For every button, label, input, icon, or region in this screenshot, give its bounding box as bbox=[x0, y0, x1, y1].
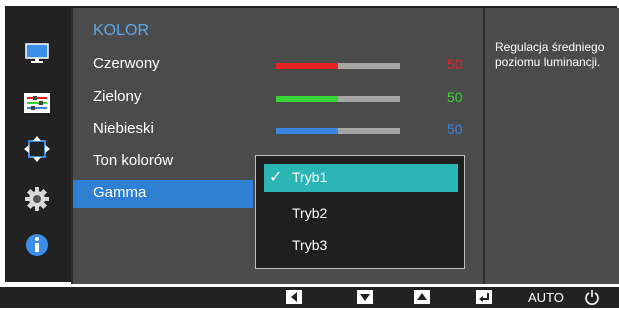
information-icon[interactable] bbox=[23, 232, 51, 258]
picture-monitor-icon[interactable] bbox=[23, 40, 51, 66]
menu-item-czerwony[interactable]: Czerwony 50 bbox=[73, 51, 479, 79]
green-slider[interactable] bbox=[276, 96, 400, 102]
left-rail bbox=[5, 6, 71, 282]
checkmark-icon: ✓ bbox=[269, 169, 283, 186]
blue-slider-fill bbox=[276, 128, 338, 134]
red-slider[interactable] bbox=[276, 63, 400, 69]
red-value: 50 bbox=[447, 56, 463, 72]
menu-item-gamma[interactable]: Gamma bbox=[73, 180, 253, 208]
power-icon[interactable] bbox=[584, 289, 600, 305]
menu-title: KOLOR bbox=[93, 22, 150, 39]
dropdown-option-tryb2[interactable]: Tryb2 bbox=[264, 200, 458, 228]
size-position-icon[interactable] bbox=[23, 136, 51, 162]
color-sliders-icon[interactable] bbox=[23, 90, 51, 116]
left-arrow-icon[interactable] bbox=[286, 290, 302, 304]
blue-slider[interactable] bbox=[276, 128, 400, 134]
dropdown-option-tryb3[interactable]: Tryb3 bbox=[264, 232, 458, 260]
menu-item-label: Niebieski bbox=[93, 120, 154, 137]
menu-item-label: Gamma bbox=[93, 184, 147, 201]
red-slider-fill bbox=[276, 63, 338, 69]
down-arrow-icon[interactable] bbox=[357, 290, 373, 304]
green-slider-fill bbox=[276, 96, 338, 102]
menu-item-niebieski[interactable]: Niebieski 50 bbox=[73, 116, 479, 144]
green-value: 50 bbox=[447, 89, 463, 105]
gamma-dropdown[interactable]: ✓ Tryb1 Tryb2 Tryb3 bbox=[255, 155, 465, 269]
info-description: Regulacja średniego poziomu luminancji. bbox=[495, 40, 605, 69]
menu-item-label: Zielony bbox=[93, 88, 142, 105]
settings-gear-icon[interactable] bbox=[23, 186, 51, 212]
option-label: Tryb3 bbox=[292, 237, 328, 253]
menu-item-zielony[interactable]: Zielony 50 bbox=[73, 84, 479, 112]
up-arrow-icon[interactable] bbox=[414, 290, 430, 304]
menu-item-label: Ton kolorów bbox=[93, 152, 174, 169]
bottom-control-bar: AUTO bbox=[0, 287, 619, 308]
enter-icon[interactable] bbox=[476, 290, 492, 304]
auto-button[interactable]: AUTO bbox=[528, 290, 564, 305]
option-label: Tryb2 bbox=[292, 205, 328, 221]
menu-item-label: Czerwony bbox=[93, 55, 160, 72]
blue-value: 50 bbox=[447, 121, 463, 137]
info-panel: Regulacja średniego poziomu luminancji. bbox=[483, 8, 619, 284]
option-label: Tryb1 bbox=[292, 169, 328, 185]
dropdown-option-tryb1[interactable]: ✓ Tryb1 bbox=[264, 164, 458, 192]
